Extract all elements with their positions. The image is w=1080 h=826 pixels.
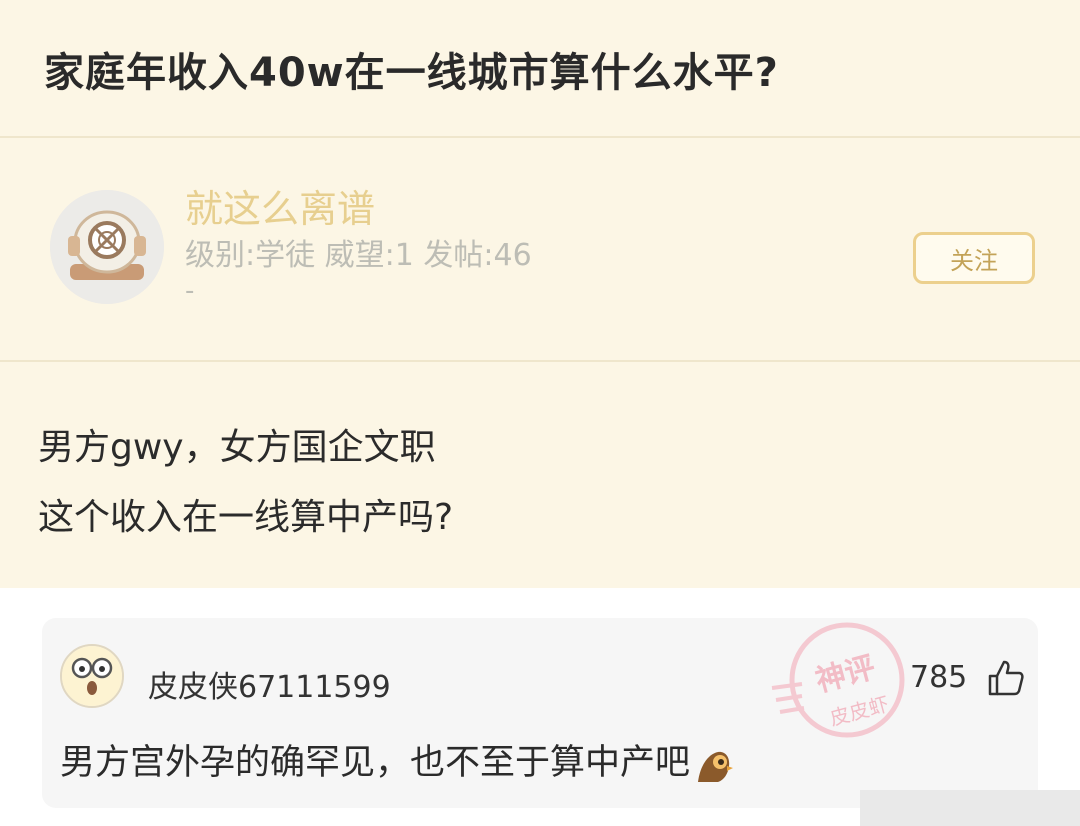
author-avatar[interactable]	[50, 190, 164, 304]
surprised-face-icon	[62, 646, 122, 706]
bottom-overlay	[860, 790, 1080, 826]
top-comment: 皮皮侠67111599 神评 皮皮虾 785 男方宫外孕的确罕见，也不至于算中产…	[42, 618, 1038, 808]
watermark-logo: 神评 皮皮虾	[762, 618, 932, 748]
thumbs-up-icon[interactable]	[986, 658, 1026, 698]
comment-text: 男方宫外孕的确罕见，也不至于算中产吧	[60, 734, 734, 785]
post-body-line: 这个收入在一线算中产吗?	[38, 497, 454, 538]
comment-text-content: 男方宫外孕的确罕见，也不至于算中产吧	[60, 743, 691, 783]
watermark-text-1: 神评	[812, 650, 879, 699]
commenter-avatar[interactable]	[60, 644, 124, 708]
post-body: 男方gwy，女方国企文职 这个收入在一线算中产吗?	[0, 362, 1080, 588]
follow-button[interactable]: 关注	[913, 232, 1035, 284]
post-title-bar: 家庭年收入40w在一线城市算什么水平?	[0, 0, 1080, 138]
author-card: 就这么离谱 级别:学徒 威望:1 发帖:46 - 关注	[0, 138, 1080, 362]
comment-like-count: 785	[910, 660, 968, 695]
diving-helmet-icon	[50, 190, 164, 304]
author-name[interactable]: 就这么离谱	[185, 178, 375, 233]
post-body-line: 男方gwy，女方国企文职	[38, 427, 436, 468]
commenter-name[interactable]: 皮皮侠67111599	[148, 662, 391, 706]
post-title: 家庭年收入40w在一线城市算什么水平?	[44, 50, 779, 96]
bird-emoji-icon	[694, 744, 734, 784]
author-meta: 级别:学徒 威望:1 发帖:46	[185, 238, 532, 273]
author-signature: -	[185, 276, 195, 306]
